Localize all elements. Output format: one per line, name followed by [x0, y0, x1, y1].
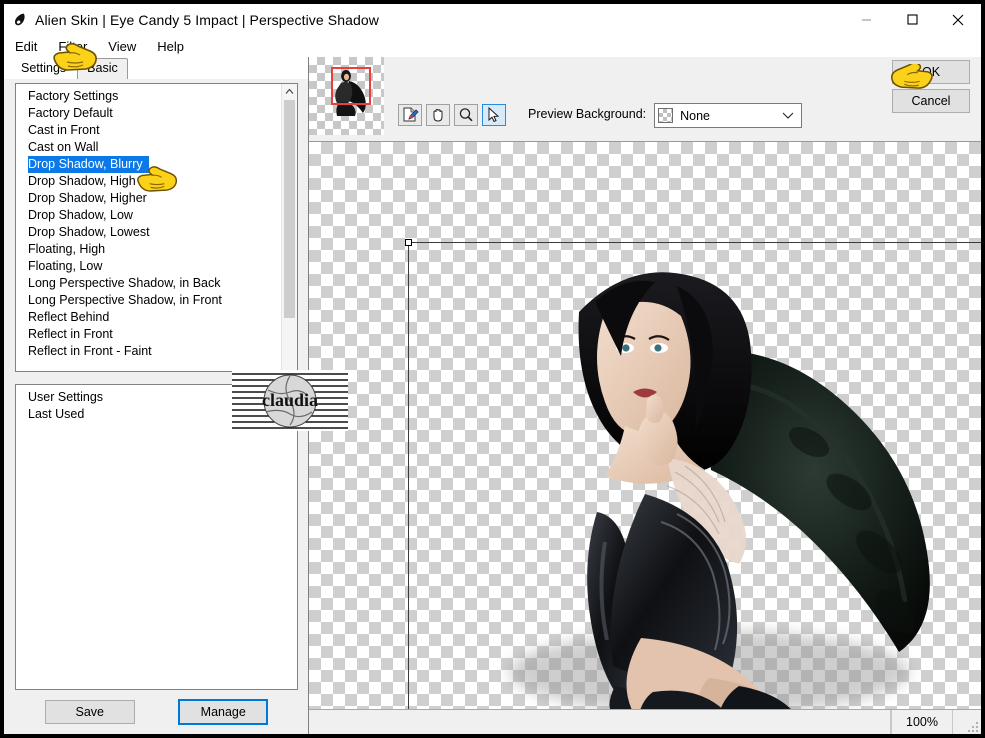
preview-background-value: None [680, 108, 711, 123]
navigator-viewport-rect[interactable] [331, 67, 371, 105]
settings-list-item-selected[interactable]: Drop Shadow, Blurry [28, 156, 149, 173]
preview-canvas[interactable] [309, 141, 981, 709]
resize-grip-icon[interactable] [967, 720, 979, 732]
maximize-button[interactable] [889, 4, 935, 35]
tab-basic[interactable]: Basic [77, 58, 128, 79]
preview-panel: Preview Background: None OK Cancel 100% [309, 57, 981, 734]
scrollbar-thumb[interactable] [284, 100, 295, 318]
menu-view[interactable]: View [105, 37, 145, 56]
titlebar: Alien Skin | Eye Candy 5 Impact | Perspe… [4, 4, 981, 35]
menu-help[interactable]: Help [154, 37, 193, 56]
preview-toolbar: Preview Background: None OK Cancel [309, 57, 981, 141]
settings-list-item[interactable]: Drop Shadow, Blurry [16, 156, 297, 173]
settings-list-item[interactable]: Reflect Behind [16, 309, 297, 326]
factory-settings-scrollbar[interactable] [281, 84, 297, 371]
chevron-down-icon[interactable] [782, 111, 794, 120]
menubar: Edit Filter View Help [4, 35, 981, 57]
user-settings-list-item[interactable]: User Settings [16, 389, 297, 406]
factory-settings-listbox[interactable]: Factory Settings Factory Default Cast in F… [15, 83, 298, 372]
settings-list-item[interactable]: Reflect in Front - Faint [16, 343, 297, 360]
window-title: Alien Skin | Eye Candy 5 Impact | Perspe… [35, 11, 379, 28]
save-button[interactable]: Save [44, 700, 135, 724]
settings-panel-inner: Factory Settings Factory Default Cast in F… [4, 79, 308, 734]
user-settings-items: User Settings Last Used [16, 385, 297, 423]
user-settings-scroll-indicator [293, 388, 294, 410]
app-root: Alien Skin | Eye Candy 5 Impact | Perspe… [0, 0, 985, 738]
preview-background-select[interactable]: None [654, 103, 803, 128]
dialog-actions: OK Cancel [892, 60, 970, 113]
checkerboard-swatch-icon [658, 108, 674, 123]
select-tool-button[interactable] [482, 104, 506, 126]
plugin-window: Alien Skin | Eye Candy 5 Impact | Perspe… [3, 3, 982, 735]
user-settings-list-item[interactable]: Last Used [16, 406, 297, 423]
tabstrip: Settings Basic [4, 57, 308, 79]
user-settings-listbox[interactable]: User Settings Last Used [15, 384, 298, 690]
settings-list-item[interactable]: Long Perspective Shadow, in Back [16, 275, 297, 292]
preview-figure-image [409, 242, 969, 709]
hand-tool-button[interactable] [426, 104, 450, 126]
zoom-tool-button[interactable] [454, 104, 478, 126]
window-controls [843, 4, 981, 35]
settings-list-item[interactable]: Reflect in Front [16, 326, 297, 343]
main-body: Settings Basic Factory Settings Factory D… [4, 57, 981, 734]
tool-buttons [398, 104, 510, 126]
settings-panel: Settings Basic Factory Settings Factory D… [4, 57, 348, 734]
tab-settings[interactable]: Settings [12, 59, 76, 79]
status-message [309, 710, 891, 734]
close-button[interactable] [935, 4, 981, 35]
settings-list-item[interactable]: Drop Shadow, Lowest [16, 224, 297, 241]
settings-list-item[interactable]: Floating, High [16, 241, 297, 258]
manage-button[interactable]: Manage [178, 699, 269, 725]
settings-list-item[interactable]: Drop Shadow, Low [16, 207, 297, 224]
panel-button-row: Save Manage [15, 690, 298, 734]
droplet-icon [11, 11, 28, 28]
settings-list-item[interactable]: Cast on Wall [16, 139, 297, 156]
eyedropper-tool-button[interactable] [398, 104, 422, 126]
statusbar: 100% [309, 709, 981, 734]
settings-list-item[interactable]: Factory Settings [16, 88, 297, 105]
settings-list-item[interactable]: Cast in Front [16, 122, 297, 139]
settings-list-item[interactable]: Floating, Low [16, 258, 297, 275]
minimize-button[interactable] [843, 4, 889, 35]
settings-list-item[interactable]: Long Perspective Shadow, in Front [16, 292, 297, 309]
settings-list-item[interactable]: Drop Shadow, Higher [16, 190, 297, 207]
cancel-button[interactable]: Cancel [892, 89, 970, 113]
menu-filter[interactable]: Filter [55, 37, 96, 56]
navigator-thumbnail[interactable] [309, 57, 384, 135]
menu-edit[interactable]: Edit [12, 37, 46, 56]
preview-background-label: Preview Background: [528, 107, 647, 121]
zoom-level-indicator[interactable]: 100% [891, 710, 953, 734]
scroll-up-icon[interactable] [282, 84, 297, 98]
factory-settings-items: Factory Settings Factory Default Cast in F… [16, 84, 297, 360]
settings-list-item[interactable]: Drop Shadow, High [16, 173, 297, 190]
ok-button[interactable]: OK [892, 60, 970, 84]
settings-list-item[interactable]: Factory Default [16, 105, 297, 122]
